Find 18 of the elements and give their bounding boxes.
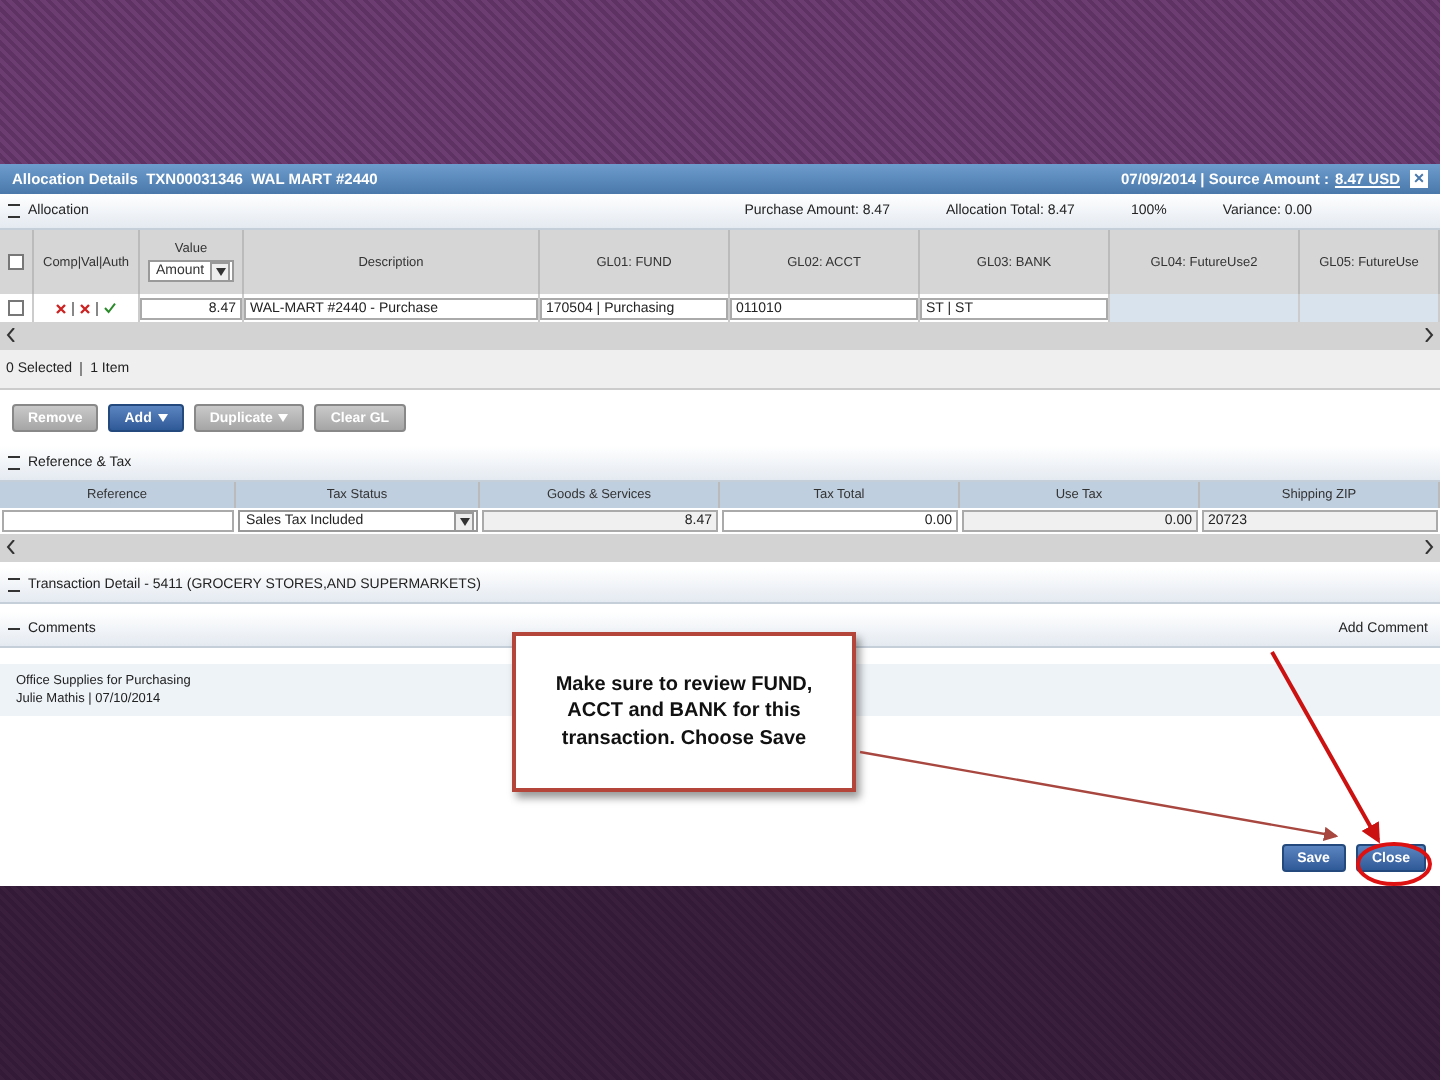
scroll-left-icon[interactable]: [6, 539, 16, 557]
select-all-checkbox[interactable]: [8, 254, 24, 270]
callout-box: Make sure to review FUND, ACCT and BANK for this transaction. Choose Save: [512, 632, 856, 792]
collapse-icon[interactable]: [8, 578, 20, 592]
dropdown-caret-icon[interactable]: [210, 261, 231, 281]
reference-field[interactable]: [2, 510, 234, 532]
scroll-right-icon[interactable]: [1424, 327, 1434, 345]
collapse-icon[interactable]: [8, 456, 20, 470]
scroll-right-icon[interactable]: [1424, 539, 1434, 557]
collapse-icon[interactable]: [8, 204, 20, 218]
dropdown-caret-icon[interactable]: [454, 511, 474, 531]
scroll-left-icon[interactable]: [6, 327, 16, 345]
horizontal-scrollbar[interactable]: [0, 322, 1440, 350]
table-cell: [1300, 294, 1440, 322]
close-button[interactable]: ×: [1410, 170, 1428, 188]
highlight-circle: [1356, 842, 1432, 886]
row-checkbox[interactable]: [8, 300, 24, 316]
horizontal-scrollbar[interactable]: [0, 534, 1440, 562]
